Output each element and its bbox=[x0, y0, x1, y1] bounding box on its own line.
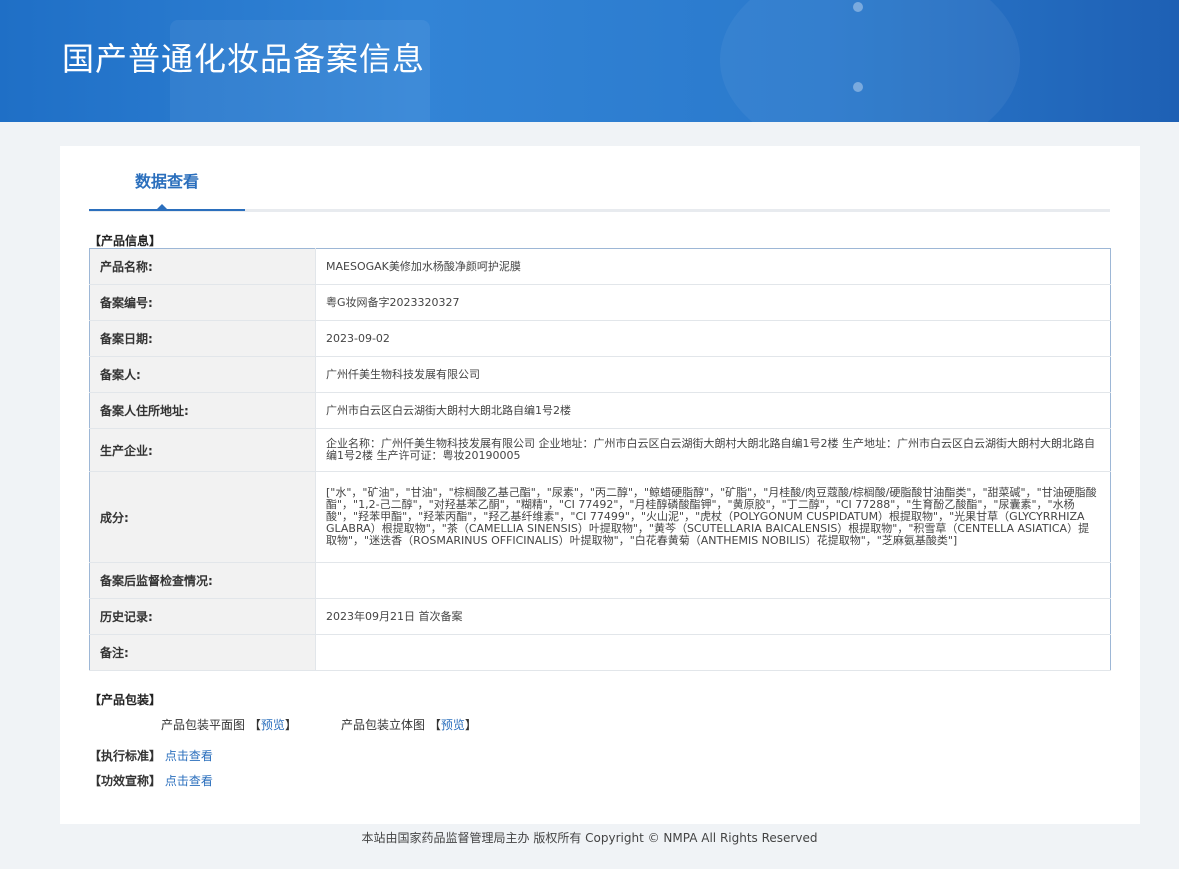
row-value bbox=[315, 634, 1111, 671]
row-value: 广州市白云区白云湖街大朗村大朗北路自编1号2楼 bbox=[315, 392, 1111, 429]
row-label: 产品名称: bbox=[89, 248, 316, 285]
table-row: 历史记录: 2023年09月21日 首次备案 bbox=[89, 598, 1111, 635]
table-row: 成分: ["水"，"矿油"，"甘油"，"棕榈酸乙基己酯"，"尿素"，"丙二醇"，… bbox=[89, 471, 1111, 563]
efficacy-view-link[interactable]: 点击查看 bbox=[165, 774, 213, 788]
tab-data-view[interactable]: 数据查看 bbox=[89, 146, 245, 211]
row-value bbox=[315, 562, 1111, 599]
tab-active-indicator bbox=[156, 204, 168, 210]
page-title: 国产普通化妆品备案信息 bbox=[62, 40, 426, 78]
header-banner: 国产普通化妆品备案信息 bbox=[0, 0, 1179, 122]
bracket: 【 bbox=[248, 718, 261, 732]
row-label: 生产企业: bbox=[89, 428, 316, 472]
bracket: 【 bbox=[428, 718, 441, 732]
table-row: 备案日期: 2023-09-02 bbox=[89, 320, 1111, 357]
row-value: 企业名称：广州仟美生物科技发展有限公司 企业地址：广州市白云区白云湖街大朗村大朗… bbox=[315, 428, 1111, 472]
table-row: 备案人住所地址: 广州市白云区白云湖街大朗村大朗北路自编1号2楼 bbox=[89, 392, 1111, 429]
packaging-flat-row: 产品包装平面图 【预览】 bbox=[161, 716, 297, 733]
packaging-solid-label: 产品包装立体图 bbox=[341, 718, 426, 732]
table-row: 备注: bbox=[89, 634, 1111, 671]
banner-dot bbox=[853, 82, 863, 92]
row-label: 成分: bbox=[89, 471, 316, 563]
row-label: 备案编号: bbox=[89, 284, 316, 321]
efficacy-label: 【功效宣称】 bbox=[89, 774, 162, 788]
packaging-flat-preview-link[interactable]: 预览 bbox=[261, 718, 285, 732]
footer-copyright: 本站由国家药品监督管理局主办 版权所有 Copyright © NMPA All… bbox=[361, 831, 818, 845]
packaging-solid-row: 产品包装立体图 【预览】 bbox=[341, 716, 477, 733]
table-row: 备案编号: 粤G妆网备字2023320327 bbox=[89, 284, 1111, 321]
row-label: 备案人: bbox=[89, 356, 316, 393]
packaging-flat-label: 产品包装平面图 bbox=[161, 718, 246, 732]
row-value: 2023-09-02 bbox=[315, 320, 1111, 357]
row-value: ["水"，"矿油"，"甘油"，"棕榈酸乙基己酯"，"尿素"，"丙二醇"，"鲸蜡硬… bbox=[315, 471, 1111, 563]
banner-dot bbox=[853, 2, 863, 12]
row-label: 备案人住所地址: bbox=[89, 392, 316, 429]
packaging-heading: 【产品包装】 bbox=[89, 693, 162, 707]
efficacy-row: 【功效宣称】 点击查看 bbox=[89, 772, 213, 789]
content-card: 数据查看 【产品信息】 产品名称: MAESOGAK美修加水杨酸净颜呵护泥膜 备… bbox=[60, 146, 1140, 824]
row-value: MAESOGAK美修加水杨酸净颜呵护泥膜 bbox=[315, 248, 1111, 285]
tab-bar: 数据查看 bbox=[89, 146, 1110, 212]
packaging-solid-preview-link[interactable]: 预览 bbox=[441, 718, 465, 732]
row-value: 2023年09月21日 首次备案 bbox=[315, 598, 1111, 635]
standard-row: 【执行标准】 点击查看 bbox=[89, 747, 213, 764]
row-label: 备注: bbox=[89, 634, 316, 671]
standard-label: 【执行标准】 bbox=[89, 749, 162, 763]
standard-view-link[interactable]: 点击查看 bbox=[165, 749, 213, 763]
table-row: 生产企业: 企业名称：广州仟美生物科技发展有限公司 企业地址：广州市白云区白云湖… bbox=[89, 428, 1111, 472]
table-row: 备案后监督检查情况: bbox=[89, 562, 1111, 599]
product-info-heading: 【产品信息】 bbox=[89, 234, 162, 248]
bracket: 】 bbox=[284, 718, 297, 732]
row-label: 备案日期: bbox=[89, 320, 316, 357]
row-label: 备案后监督检查情况: bbox=[89, 562, 316, 599]
banner-decoration bbox=[720, 0, 1020, 122]
table-row: 备案人: 广州仟美生物科技发展有限公司 bbox=[89, 356, 1111, 393]
bracket: 】 bbox=[464, 718, 477, 732]
row-value: 广州仟美生物科技发展有限公司 bbox=[315, 356, 1111, 393]
row-value: 粤G妆网备字2023320327 bbox=[315, 284, 1111, 321]
tab-label: 数据查看 bbox=[134, 172, 199, 191]
product-info-table: 产品名称: MAESOGAK美修加水杨酸净颜呵护泥膜 备案编号: 粤G妆网备字2… bbox=[89, 248, 1111, 671]
row-label: 历史记录: bbox=[89, 598, 316, 635]
table-row: 产品名称: MAESOGAK美修加水杨酸净颜呵护泥膜 bbox=[89, 248, 1111, 285]
